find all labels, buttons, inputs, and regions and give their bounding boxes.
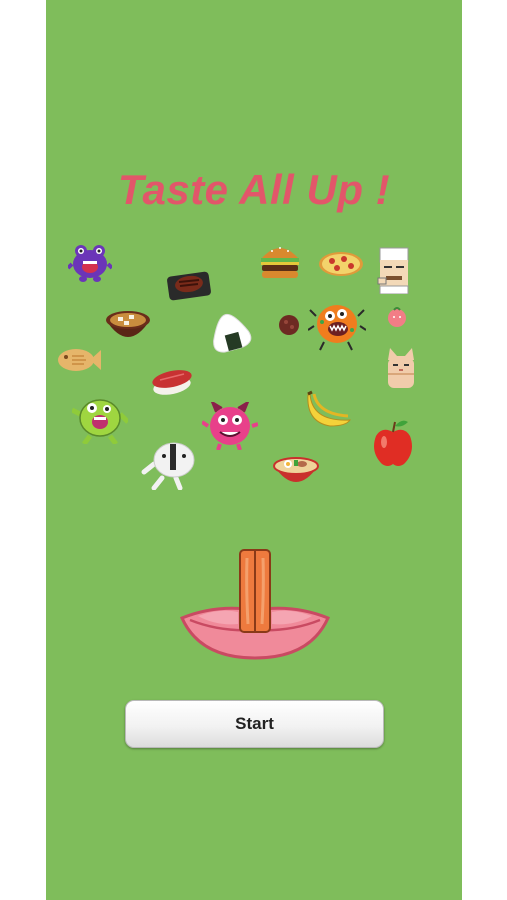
white-creature-icon xyxy=(141,442,195,490)
hamburger-icon xyxy=(261,247,299,278)
game-title: Taste All Up ! xyxy=(117,166,391,213)
tuna-sushi-icon xyxy=(152,370,192,395)
tongue-icon xyxy=(239,549,271,633)
game-screen: Taste All Up ! Start xyxy=(46,0,462,900)
cat-icon xyxy=(388,348,414,388)
pizza-icon xyxy=(319,252,363,276)
miso-soup-icon xyxy=(106,311,150,337)
pink-monster-icon xyxy=(202,402,258,450)
onigiri-icon xyxy=(213,313,252,353)
apple-icon xyxy=(374,420,412,466)
start-button[interactable]: Start xyxy=(125,700,384,748)
meatball-icon xyxy=(279,315,299,335)
peach-icon xyxy=(388,307,406,327)
steak-icon xyxy=(167,271,211,301)
purple-monster-icon xyxy=(68,245,112,282)
orange-monster-icon xyxy=(308,305,366,351)
chef-icon xyxy=(377,247,409,294)
banana-icon xyxy=(307,390,351,427)
taiyaki-icon xyxy=(58,349,101,371)
ramen-icon xyxy=(273,457,319,482)
green-monster-icon xyxy=(72,399,128,444)
